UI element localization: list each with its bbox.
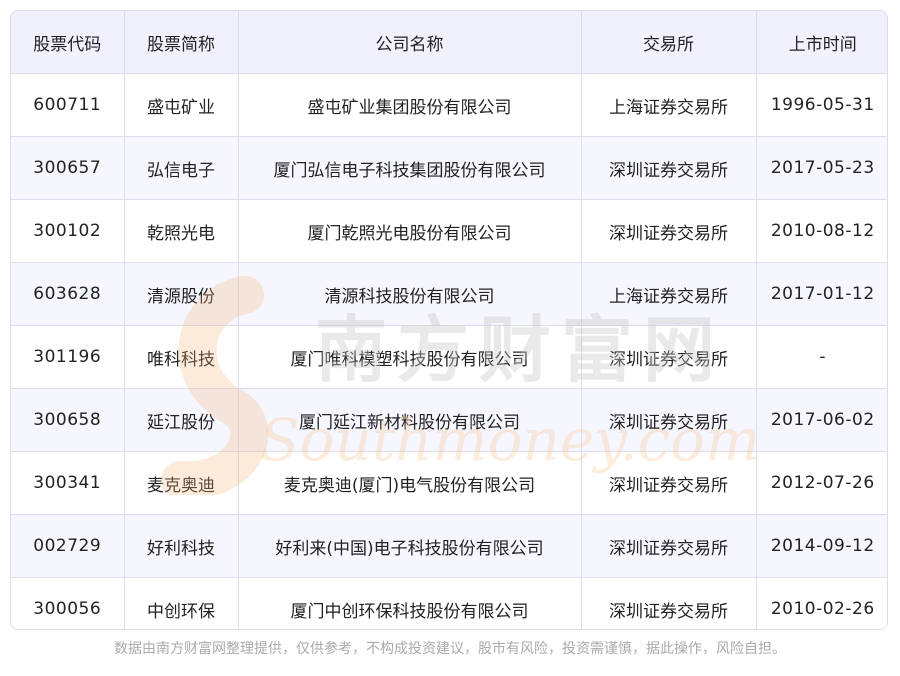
cell-stock-code: 301196 <box>11 325 125 389</box>
cell-stock-name: 麦克奥迪 <box>124 451 239 515</box>
cell-exchange: 深圳证券交易所 <box>581 136 757 200</box>
cell-listing-date: 2010-08-12 <box>756 199 887 263</box>
cell-stock-code: 300341 <box>11 451 125 515</box>
table-header-row: 股票代码 股票简称 公司名称 交易所 上市时间 <box>11 11 887 74</box>
cell-stock-code: 300056 <box>11 577 125 629</box>
cell-stock-name: 盛屯矿业 <box>124 73 239 137</box>
cell-stock-name: 弘信电子 <box>124 136 239 200</box>
table-row: 300341 麦克奥迪 麦克奥迪(厦门)电气股份有限公司 深圳证券交易所 201… <box>11 451 887 515</box>
cell-exchange: 深圳证券交易所 <box>581 514 757 578</box>
header-stock-name: 股票简称 <box>124 11 239 74</box>
cell-company-name: 好利来(中国)电子科技股份有限公司 <box>238 514 582 578</box>
header-listing-date: 上市时间 <box>756 11 887 74</box>
table-row: 300657 弘信电子 厦门弘信电子科技集团股份有限公司 深圳证券交易所 201… <box>11 136 887 200</box>
cell-listing-date: - <box>756 325 887 389</box>
cell-stock-code: 002729 <box>11 514 125 578</box>
table-row: 603628 清源股份 清源科技股份有限公司 上海证券交易所 2017-01-1… <box>11 262 887 326</box>
cell-exchange: 深圳证券交易所 <box>581 577 757 629</box>
cell-company-name: 盛屯矿业集团股份有限公司 <box>238 73 582 137</box>
cell-stock-name: 中创环保 <box>124 577 239 629</box>
table-row: 600711 盛屯矿业 盛屯矿业集团股份有限公司 上海证券交易所 1996-05… <box>11 73 887 137</box>
footer-disclaimer: 数据由南方财富网整理提供，仅供参考，不构成投资建议，股市有风险，投资需谨慎，据此… <box>114 641 786 657</box>
cell-stock-name: 清源股份 <box>124 262 239 326</box>
cell-listing-date: 2010-02-26 <box>756 577 887 629</box>
header-stock-code: 股票代码 <box>11 11 125 74</box>
table-row: 002729 好利科技 好利来(中国)电子科技股份有限公司 深圳证券交易所 20… <box>11 514 887 578</box>
cell-stock-code: 603628 <box>11 262 125 326</box>
cell-exchange: 深圳证券交易所 <box>581 325 757 389</box>
stock-table-container: 股票代码 股票简称 公司名称 交易所 上市时间 600711 盛屯矿业 盛屯矿业… <box>10 10 888 630</box>
cell-exchange: 深圳证券交易所 <box>581 199 757 263</box>
cell-stock-name: 乾照光电 <box>124 199 239 263</box>
header-exchange: 交易所 <box>581 11 757 74</box>
cell-listing-date: 2017-01-12 <box>756 262 887 326</box>
table-row: 300102 乾照光电 厦门乾照光电股份有限公司 深圳证券交易所 2010-08… <box>11 199 887 263</box>
cell-company-name: 厦门延江新材料股份有限公司 <box>238 388 582 452</box>
cell-listing-date: 2014-09-12 <box>756 514 887 578</box>
table-row: 300056 中创环保 厦门中创环保科技股份有限公司 深圳证券交易所 2010-… <box>11 577 887 629</box>
cell-stock-code: 600711 <box>11 73 125 137</box>
cell-stock-code: 300657 <box>11 136 125 200</box>
cell-listing-date: 2017-05-23 <box>756 136 887 200</box>
cell-exchange: 上海证券交易所 <box>581 73 757 137</box>
cell-stock-name: 唯科科技 <box>124 325 239 389</box>
table-row: 300658 延江股份 厦门延江新材料股份有限公司 深圳证券交易所 2017-0… <box>11 388 887 452</box>
cell-stock-code: 300102 <box>11 199 125 263</box>
cell-listing-date: 1996-05-31 <box>756 73 887 137</box>
cell-exchange: 深圳证券交易所 <box>581 451 757 515</box>
table-row: 301196 唯科科技 厦门唯科模塑科技股份有限公司 深圳证券交易所 - <box>11 325 887 389</box>
cell-company-name: 清源科技股份有限公司 <box>238 262 582 326</box>
cell-listing-date: 2012-07-26 <box>756 451 887 515</box>
cell-exchange: 深圳证券交易所 <box>581 388 757 452</box>
cell-listing-date: 2017-06-02 <box>756 388 887 452</box>
cell-stock-name: 好利科技 <box>124 514 239 578</box>
cell-stock-code: 300658 <box>11 388 125 452</box>
cell-company-name: 厦门中创环保科技股份有限公司 <box>238 577 582 629</box>
cell-company-name: 麦克奥迪(厦门)电气股份有限公司 <box>238 451 582 515</box>
cell-company-name: 厦门乾照光电股份有限公司 <box>238 199 582 263</box>
cell-exchange: 上海证券交易所 <box>581 262 757 326</box>
cell-company-name: 厦门弘信电子科技集团股份有限公司 <box>238 136 582 200</box>
cell-company-name: 厦门唯科模塑科技股份有限公司 <box>238 325 582 389</box>
cell-stock-name: 延江股份 <box>124 388 239 452</box>
header-company-name: 公司名称 <box>238 11 582 74</box>
stock-table: 股票代码 股票简称 公司名称 交易所 上市时间 600711 盛屯矿业 盛屯矿业… <box>11 11 887 629</box>
table-body: 600711 盛屯矿业 盛屯矿业集团股份有限公司 上海证券交易所 1996-05… <box>11 73 887 629</box>
